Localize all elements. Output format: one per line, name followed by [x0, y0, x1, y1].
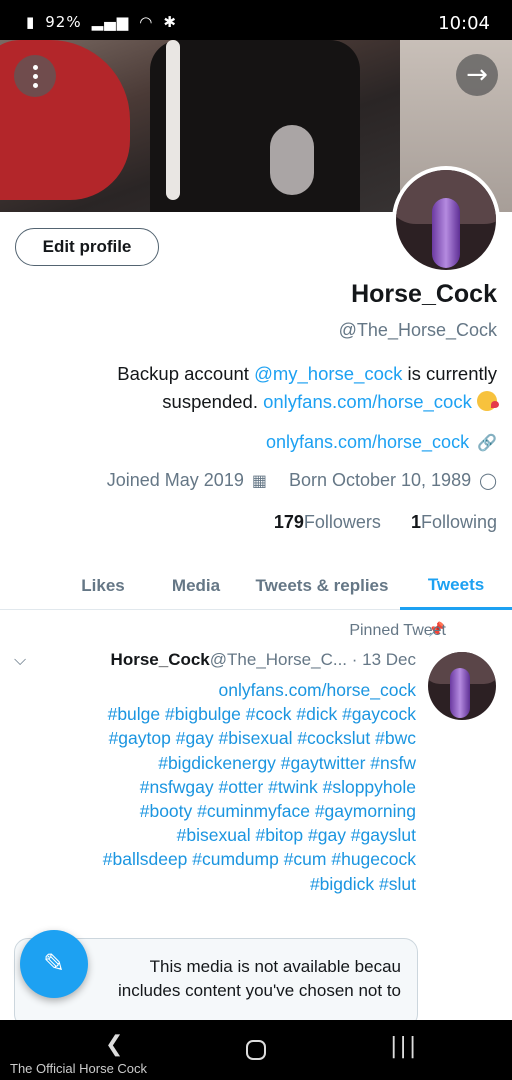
tweet-hashtags-line[interactable]: #bigdickenergy #gaytwitter #nsfw: [6, 751, 416, 775]
edit-profile-button[interactable]: Edit profile: [15, 228, 159, 266]
tweet-text: onlyfans.com/horse_cock #bulge #bigbulge…: [6, 678, 416, 896]
tweet-hashtags-line[interactable]: #ballsdeep #cumdump #cum #hugecock: [6, 847, 416, 871]
profile-handle: @The_Horse_Cock: [338, 320, 497, 340]
followers-count: 179: [273, 512, 304, 532]
balloon-icon: ◯: [479, 471, 497, 490]
bio-text: Backup account: [117, 363, 255, 384]
compose-tweet-icon[interactable]: ✎: [20, 930, 88, 998]
screenshot-caption: The Official Horse Cock: [10, 1061, 148, 1076]
tweet-link[interactable]: onlyfans.com/horse_cock: [6, 678, 416, 702]
follow-stats: 1Following 179Followers: [268, 512, 497, 533]
tab-tweets-replies[interactable]: Tweets & replies: [244, 562, 400, 610]
profile-dates-row: ◯ Born October 10, 1989 ▦ Joined May 201…: [107, 470, 497, 491]
nav-recents-icon[interactable]: |||: [390, 1034, 418, 1059]
tab-media[interactable]: Media: [148, 562, 244, 610]
profile-joined: Joined May 2019: [106, 470, 244, 490]
tweet-hashtags-line[interactable]: #bulge #bigbulge #cock #dick #gaycock: [6, 702, 416, 726]
profile-name: Horse_Cock: [351, 280, 497, 308]
tweet-author-handle-date: @The_Horse_C... · 13 Dec: [209, 650, 416, 669]
tweet-header: Horse_Cock@The_Horse_C... · 13 Dec: [105, 650, 416, 670]
chevron-down-icon[interactable]: ⌵: [14, 650, 26, 670]
status-time: 10:04: [438, 13, 490, 34]
kiss-emoji-icon: [477, 391, 499, 411]
profile-avatar[interactable]: [392, 166, 500, 274]
tweet-hashtags-line[interactable]: #bisexual #bitop #gay #gayslut: [6, 823, 416, 847]
profile-website-link[interactable]: onlyfans.com/horse_cock: [266, 432, 469, 453]
profile-birthday: Born October 10, 1989: [288, 470, 472, 490]
arrow-right-icon[interactable]: →: [456, 54, 498, 96]
following-stat[interactable]: 1Following: [405, 512, 497, 533]
nav-back-icon[interactable]: ❮: [105, 1032, 123, 1057]
kebab-icon[interactable]: [14, 55, 56, 97]
media-notice-line: includes content you've chosen not to: [118, 981, 401, 1000]
bio-mention-link[interactable]: @my_horse_cock: [254, 363, 402, 384]
profile-tabs: Tweets Tweets & replies Media Likes: [0, 562, 512, 610]
status-icons: ▮ 92% ▂▄▆ ◠ ✱: [26, 13, 177, 31]
bluetooth-icon: ✱: [163, 13, 177, 31]
bio-text: suspended.: [162, 391, 264, 412]
followers-label: Followers: [303, 512, 381, 532]
bio-link[interactable]: onlyfans.com/horse_cock: [263, 391, 472, 412]
battery-percent: 92%: [45, 13, 82, 31]
tweet-author-avatar[interactable]: [428, 652, 496, 720]
pinned-label: Pinned Tweet: [349, 622, 446, 639]
tweet-hashtags-line[interactable]: #bigdick #slut: [6, 872, 416, 896]
tweet-hashtags-line[interactable]: #gaytop #gay #bisexual #cockslut #bwc: [6, 726, 416, 750]
following-label: Following: [420, 512, 497, 532]
signal-icon: ▂▄▆: [91, 13, 130, 31]
status-bar: ▮ 92% ▂▄▆ ◠ ✱ 10:04: [0, 0, 512, 40]
following-count: 1: [410, 512, 421, 532]
system-nav-bar: ❮ ||| The Official Horse Cock: [0, 1020, 512, 1080]
battery-icon: ▮: [26, 13, 36, 31]
nav-home-icon[interactable]: [246, 1040, 266, 1060]
profile-website-row[interactable]: 🔗 onlyfans.com/horse_cock: [266, 432, 497, 453]
followers-stat[interactable]: 179Followers: [268, 512, 381, 533]
tab-likes[interactable]: Likes: [58, 562, 148, 610]
tweet-hashtags-line[interactable]: #booty #cuminmyface #gaymorning: [6, 799, 416, 823]
tweet-author-name[interactable]: Horse_Cock: [111, 650, 210, 669]
tab-tweets[interactable]: Tweets: [400, 562, 512, 610]
bio-text: is currently: [402, 363, 497, 384]
wifi-icon: ◠: [139, 13, 154, 31]
tweet-hashtags-line[interactable]: #nsfwgay #otter #twink #sloppyhole: [6, 775, 416, 799]
link-icon: 🔗: [477, 433, 497, 452]
profile-bio: Backup account @my_horse_cock is current…: [17, 360, 499, 416]
calendar-icon: ▦: [251, 471, 267, 490]
